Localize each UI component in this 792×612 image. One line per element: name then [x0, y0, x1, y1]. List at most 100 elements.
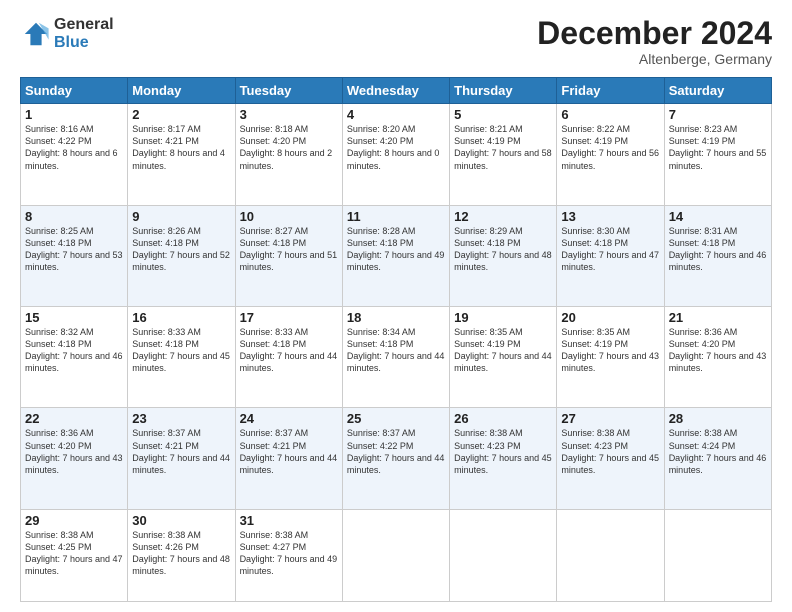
sunrise-label: Sunrise: 8:17 AM [132, 124, 201, 134]
daylight-label: Daylight: 8 hours and 4 minutes. [132, 148, 225, 170]
sunset-label: Sunset: 4:19 PM [669, 136, 736, 146]
table-row [557, 509, 664, 601]
calendar-week-row: 15 Sunrise: 8:32 AM Sunset: 4:18 PM Dayl… [21, 307, 772, 408]
col-saturday: Saturday [664, 78, 771, 104]
day-info: Sunrise: 8:38 AM Sunset: 4:24 PM Dayligh… [669, 427, 767, 476]
day-number: 29 [25, 513, 123, 528]
sunset-label: Sunset: 4:20 PM [25, 441, 92, 451]
table-row: 25 Sunrise: 8:37 AM Sunset: 4:22 PM Dayl… [342, 408, 449, 509]
day-info: Sunrise: 8:37 AM Sunset: 4:21 PM Dayligh… [132, 427, 230, 476]
daylight-label: Daylight: 7 hours and 45 minutes. [454, 453, 552, 475]
day-number: 23 [132, 411, 230, 426]
table-row: 10 Sunrise: 8:27 AM Sunset: 4:18 PM Dayl… [235, 205, 342, 306]
day-info: Sunrise: 8:35 AM Sunset: 4:19 PM Dayligh… [454, 326, 552, 375]
daylight-label: Daylight: 7 hours and 45 minutes. [561, 453, 659, 475]
sunrise-label: Sunrise: 8:22 AM [561, 124, 630, 134]
sunset-label: Sunset: 4:18 PM [669, 238, 736, 248]
sunrise-label: Sunrise: 8:34 AM [347, 327, 416, 337]
table-row: 30 Sunrise: 8:38 AM Sunset: 4:26 PM Dayl… [128, 509, 235, 601]
day-info: Sunrise: 8:36 AM Sunset: 4:20 PM Dayligh… [669, 326, 767, 375]
day-info: Sunrise: 8:32 AM Sunset: 4:18 PM Dayligh… [25, 326, 123, 375]
daylight-label: Daylight: 7 hours and 49 minutes. [240, 554, 338, 576]
day-info: Sunrise: 8:20 AM Sunset: 4:20 PM Dayligh… [347, 123, 445, 172]
day-number: 11 [347, 209, 445, 224]
table-row: 13 Sunrise: 8:30 AM Sunset: 4:18 PM Dayl… [557, 205, 664, 306]
day-number: 17 [240, 310, 338, 325]
daylight-label: Daylight: 8 hours and 2 minutes. [240, 148, 333, 170]
day-info: Sunrise: 8:37 AM Sunset: 4:21 PM Dayligh… [240, 427, 338, 476]
day-number: 21 [669, 310, 767, 325]
sunset-label: Sunset: 4:26 PM [132, 542, 199, 552]
table-row: 22 Sunrise: 8:36 AM Sunset: 4:20 PM Dayl… [21, 408, 128, 509]
sunrise-label: Sunrise: 8:36 AM [669, 327, 738, 337]
table-row: 3 Sunrise: 8:18 AM Sunset: 4:20 PM Dayli… [235, 104, 342, 205]
calendar-table: Sunday Monday Tuesday Wednesday Thursday… [20, 77, 772, 602]
day-number: 1 [25, 107, 123, 122]
sunset-label: Sunset: 4:18 PM [347, 339, 414, 349]
sunrise-label: Sunrise: 8:30 AM [561, 226, 630, 236]
table-row: 21 Sunrise: 8:36 AM Sunset: 4:20 PM Dayl… [664, 307, 771, 408]
day-number: 31 [240, 513, 338, 528]
day-info: Sunrise: 8:34 AM Sunset: 4:18 PM Dayligh… [347, 326, 445, 375]
sunset-label: Sunset: 4:19 PM [454, 136, 521, 146]
sunset-label: Sunset: 4:20 PM [240, 136, 307, 146]
table-row: 24 Sunrise: 8:37 AM Sunset: 4:21 PM Dayl… [235, 408, 342, 509]
sunrise-label: Sunrise: 8:33 AM [240, 327, 309, 337]
sunrise-label: Sunrise: 8:18 AM [240, 124, 309, 134]
day-number: 5 [454, 107, 552, 122]
header: General Blue December 2024 Altenberge, G… [20, 16, 772, 67]
sunrise-label: Sunrise: 8:38 AM [132, 530, 201, 540]
col-thursday: Thursday [450, 78, 557, 104]
day-number: 8 [25, 209, 123, 224]
table-row [664, 509, 771, 601]
sunrise-label: Sunrise: 8:35 AM [454, 327, 523, 337]
col-friday: Friday [557, 78, 664, 104]
day-number: 20 [561, 310, 659, 325]
day-info: Sunrise: 8:17 AM Sunset: 4:21 PM Dayligh… [132, 123, 230, 172]
title-block: December 2024 Altenberge, Germany [537, 16, 772, 67]
daylight-label: Daylight: 7 hours and 44 minutes. [347, 453, 445, 475]
sunrise-label: Sunrise: 8:38 AM [25, 530, 94, 540]
logo-blue-text: Blue [54, 34, 114, 52]
day-number: 26 [454, 411, 552, 426]
table-row: 26 Sunrise: 8:38 AM Sunset: 4:23 PM Dayl… [450, 408, 557, 509]
day-info: Sunrise: 8:26 AM Sunset: 4:18 PM Dayligh… [132, 225, 230, 274]
daylight-label: Daylight: 7 hours and 44 minutes. [132, 453, 230, 475]
sunset-label: Sunset: 4:18 PM [132, 238, 199, 248]
calendar-week-row: 8 Sunrise: 8:25 AM Sunset: 4:18 PM Dayli… [21, 205, 772, 306]
sunrise-label: Sunrise: 8:38 AM [454, 428, 523, 438]
sunset-label: Sunset: 4:18 PM [25, 339, 92, 349]
daylight-label: Daylight: 7 hours and 55 minutes. [669, 148, 767, 170]
daylight-label: Daylight: 7 hours and 48 minutes. [132, 554, 230, 576]
day-number: 9 [132, 209, 230, 224]
daylight-label: Daylight: 7 hours and 53 minutes. [25, 250, 123, 272]
day-info: Sunrise: 8:25 AM Sunset: 4:18 PM Dayligh… [25, 225, 123, 274]
day-number: 15 [25, 310, 123, 325]
daylight-label: Daylight: 7 hours and 58 minutes. [454, 148, 552, 170]
day-info: Sunrise: 8:29 AM Sunset: 4:18 PM Dayligh… [454, 225, 552, 274]
col-sunday: Sunday [21, 78, 128, 104]
day-info: Sunrise: 8:21 AM Sunset: 4:19 PM Dayligh… [454, 123, 552, 172]
sunrise-label: Sunrise: 8:32 AM [25, 327, 94, 337]
daylight-label: Daylight: 7 hours and 46 minutes. [669, 453, 767, 475]
sunrise-label: Sunrise: 8:29 AM [454, 226, 523, 236]
table-row: 6 Sunrise: 8:22 AM Sunset: 4:19 PM Dayli… [557, 104, 664, 205]
table-row: 29 Sunrise: 8:38 AM Sunset: 4:25 PM Dayl… [21, 509, 128, 601]
table-row: 19 Sunrise: 8:35 AM Sunset: 4:19 PM Dayl… [450, 307, 557, 408]
sunset-label: Sunset: 4:18 PM [240, 238, 307, 248]
sunset-label: Sunset: 4:18 PM [132, 339, 199, 349]
day-info: Sunrise: 8:33 AM Sunset: 4:18 PM Dayligh… [132, 326, 230, 375]
sunrise-label: Sunrise: 8:38 AM [561, 428, 630, 438]
day-info: Sunrise: 8:38 AM Sunset: 4:26 PM Dayligh… [132, 529, 230, 578]
sunset-label: Sunset: 4:19 PM [561, 136, 628, 146]
daylight-label: Daylight: 7 hours and 46 minutes. [25, 351, 123, 373]
sunset-label: Sunset: 4:18 PM [561, 238, 628, 248]
sunrise-label: Sunrise: 8:35 AM [561, 327, 630, 337]
sunset-label: Sunset: 4:18 PM [347, 238, 414, 248]
sunrise-label: Sunrise: 8:25 AM [25, 226, 94, 236]
day-number: 14 [669, 209, 767, 224]
sunrise-label: Sunrise: 8:16 AM [25, 124, 94, 134]
table-row: 27 Sunrise: 8:38 AM Sunset: 4:23 PM Dayl… [557, 408, 664, 509]
day-number: 30 [132, 513, 230, 528]
logo: General Blue [20, 16, 114, 51]
